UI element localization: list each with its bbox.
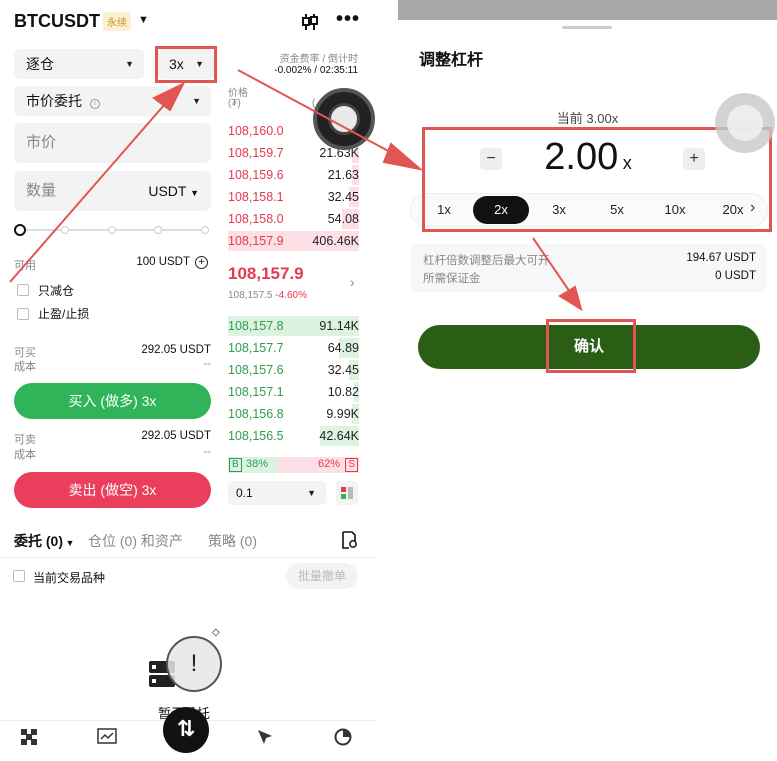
annotation-arrows [9,69,583,312]
